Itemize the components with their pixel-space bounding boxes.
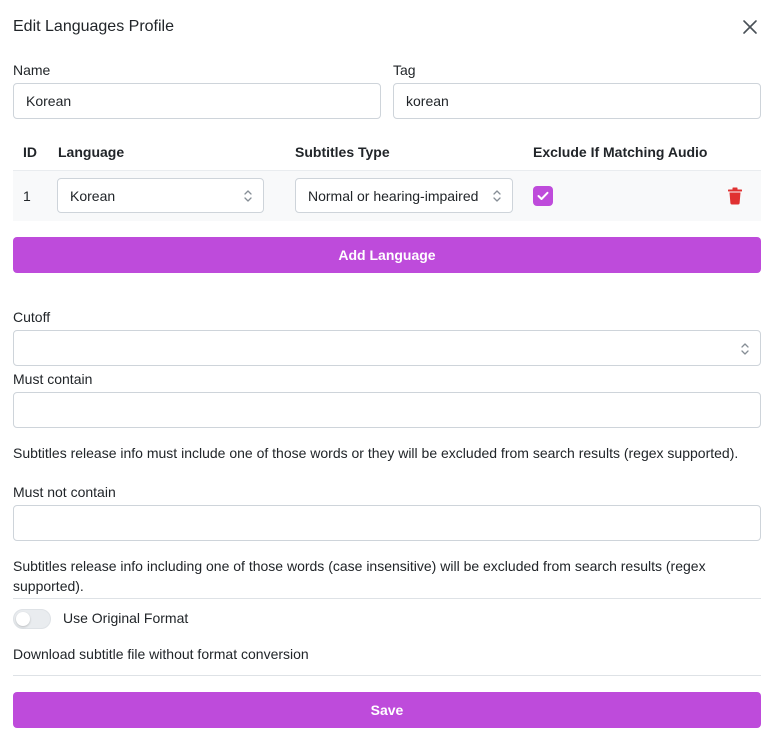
- subtitles-type-value: Normal or hearing-impaired: [308, 187, 479, 204]
- modal-title: Edit Languages Profile: [13, 18, 174, 35]
- modal-header: Edit Languages Profile: [13, 16, 761, 40]
- must-contain-help: Subtitles release info must include one …: [13, 445, 739, 461]
- use-original-format-help: Download subtitle file without format co…: [13, 646, 309, 662]
- tag-input[interactable]: korean: [393, 83, 761, 119]
- divider: [13, 675, 761, 676]
- must-contain-label: Must contain: [13, 371, 93, 387]
- cutoff-select[interactable]: [13, 330, 761, 366]
- select-chevron-icon: [741, 343, 749, 355]
- must-not-contain-help-line1: Subtitles release info including one of …: [13, 558, 706, 574]
- trash-icon[interactable]: [727, 187, 743, 205]
- language-select-value: Korean: [70, 187, 116, 204]
- close-icon[interactable]: [741, 18, 759, 36]
- header-language: Language: [58, 144, 125, 160]
- cutoff-label: Cutoff: [13, 309, 51, 325]
- check-icon: [537, 191, 549, 200]
- row-id: 1: [23, 188, 31, 204]
- save-button[interactable]: Save: [13, 692, 761, 728]
- exclude-audio-checkbox[interactable]: [533, 186, 553, 206]
- must-contain-input[interactable]: [13, 392, 761, 428]
- subtitles-type-select[interactable]: Normal or hearing-impaired: [295, 178, 513, 213]
- use-original-format-toggle[interactable]: [13, 609, 51, 629]
- name-input[interactable]: Korean: [13, 83, 381, 119]
- toggle-knob: [16, 612, 30, 626]
- header-id: ID: [23, 144, 37, 160]
- header-subtitles-type: Subtitles Type: [295, 144, 390, 160]
- tag-label: Tag: [393, 62, 416, 78]
- name-label: Name: [13, 62, 51, 78]
- must-not-contain-label: Must not contain: [13, 484, 116, 500]
- select-chevron-icon: [244, 190, 252, 202]
- must-not-contain-help-line2: supported).: [13, 578, 84, 594]
- use-original-format-label: Use Original Format: [63, 610, 189, 626]
- language-select[interactable]: Korean: [57, 178, 264, 213]
- must-not-contain-input[interactable]: [13, 505, 761, 541]
- divider: [13, 598, 761, 599]
- add-language-button[interactable]: Add Language: [13, 237, 761, 273]
- header-exclude-audio: Exclude If Matching Audio: [533, 144, 708, 160]
- select-chevron-icon: [493, 190, 501, 202]
